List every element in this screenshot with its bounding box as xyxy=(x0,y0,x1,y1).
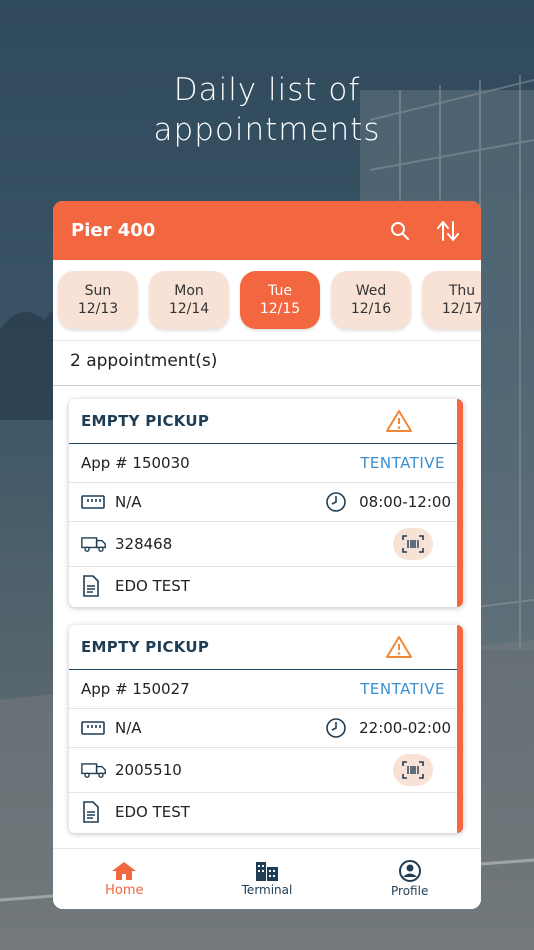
appointment-type: EMPTY PICKUP xyxy=(81,412,210,430)
nav-profile[interactable]: Profile xyxy=(338,849,481,909)
time-window: 08:00-12:00 xyxy=(359,493,451,511)
appointment-count: 2 appointment(s) xyxy=(53,341,481,386)
appointment-card[interactable]: EMPTY PICKUP App # 150030 TENTATIVE N/A … xyxy=(69,399,463,607)
barcode-scan-icon xyxy=(402,761,424,779)
nav-home[interactable]: Home xyxy=(53,849,196,909)
warning-icon[interactable] xyxy=(385,409,413,433)
headline-line-2: appointments xyxy=(153,112,381,148)
clock-icon xyxy=(326,492,346,512)
sort-button[interactable] xyxy=(433,216,463,246)
date-chip-day: Thu xyxy=(448,283,476,299)
date-chip-date: 12/13 xyxy=(77,301,119,317)
card-header: EMPTY PICKUP xyxy=(69,399,463,444)
truck-number: 328468 xyxy=(115,535,173,553)
appointment-list: EMPTY PICKUP App # 150030 TENTATIVE N/A … xyxy=(53,386,481,833)
document-name: EDO TEST xyxy=(115,803,190,821)
card-accent-stripe xyxy=(457,625,463,833)
status-badge: TENTATIVE xyxy=(360,680,445,698)
nav-home-label: Home xyxy=(105,882,144,898)
app-bar: Pier 400 xyxy=(53,201,481,260)
barcode-button[interactable] xyxy=(393,754,433,786)
date-chip-date: 12/14 xyxy=(168,301,210,317)
document-row: EDO TEST xyxy=(69,567,463,605)
appointment-number-row: App # 150030 TENTATIVE xyxy=(69,444,463,483)
sort-icon xyxy=(437,219,459,242)
app-screen: Pier 400 Sun 12/13 Mon 12/14 Tue 12/15 W… xyxy=(53,201,481,909)
home-icon xyxy=(112,861,137,880)
truck-row: 2005510 xyxy=(69,748,463,793)
truck-row: 328468 xyxy=(69,522,463,567)
container-icon xyxy=(81,495,105,509)
date-chip-tue[interactable]: Tue 12/15 xyxy=(240,271,320,329)
container-row: N/A 08:00-12:00 xyxy=(69,483,463,522)
clock-icon xyxy=(326,718,346,738)
document-icon xyxy=(83,575,99,597)
date-chip-mon[interactable]: Mon 12/14 xyxy=(149,271,229,329)
status-badge: TENTATIVE xyxy=(360,454,445,472)
headline-line-1: Daily list of xyxy=(173,72,361,108)
container-number: N/A xyxy=(115,493,142,511)
date-chip-thu[interactable]: Thu 12/17 xyxy=(422,271,481,329)
date-chip-date: 12/16 xyxy=(350,301,392,317)
date-chip-day: Wed xyxy=(355,283,387,299)
time-window: 22:00-02:00 xyxy=(359,719,451,737)
document-row: EDO TEST xyxy=(69,793,463,831)
appointment-number-row: App # 150027 TENTATIVE xyxy=(69,670,463,709)
date-selector: Sun 12/13 Mon 12/14 Tue 12/15 Wed 12/16 … xyxy=(53,260,481,341)
document-icon xyxy=(83,801,99,823)
appointment-type: EMPTY PICKUP xyxy=(81,638,210,656)
truck-icon xyxy=(81,537,106,552)
profile-icon xyxy=(398,860,421,882)
search-icon xyxy=(391,221,409,240)
card-accent-stripe xyxy=(457,399,463,607)
search-button[interactable] xyxy=(385,216,415,246)
nav-profile-label: Profile xyxy=(391,884,429,898)
container-icon xyxy=(81,721,105,735)
barcode-button[interactable] xyxy=(393,528,433,560)
barcode-scan-icon xyxy=(402,535,424,553)
date-chip-wed[interactable]: Wed 12/16 xyxy=(331,271,411,329)
nav-terminal[interactable]: Terminal xyxy=(196,849,339,909)
card-header: EMPTY PICKUP xyxy=(69,625,463,670)
terminal-title: Pier 400 xyxy=(71,220,156,241)
date-chip-date: 12/17 xyxy=(441,301,481,317)
building-icon xyxy=(256,862,278,881)
date-chip-day: Tue xyxy=(268,283,292,299)
date-chip-day: Mon xyxy=(174,283,204,299)
bottom-navigation: Home Terminal Profile xyxy=(53,848,481,909)
appointment-card[interactable]: EMPTY PICKUP App # 150027 TENTATIVE N/A … xyxy=(69,625,463,833)
nav-terminal-label: Terminal xyxy=(241,883,293,897)
date-chip-date: 12/15 xyxy=(259,301,301,317)
truck-icon xyxy=(81,763,106,778)
date-chip-day: Sun xyxy=(84,283,112,299)
container-number: N/A xyxy=(115,719,142,737)
headline: Daily list of appointments xyxy=(0,70,534,150)
document-name: EDO TEST xyxy=(115,577,190,595)
date-chip-sun[interactable]: Sun 12/13 xyxy=(58,271,138,329)
warning-icon[interactable] xyxy=(385,635,413,659)
appointment-number: App # 150027 xyxy=(81,680,190,698)
truck-number: 2005510 xyxy=(115,761,182,779)
appointment-number: App # 150030 xyxy=(81,454,190,472)
container-row: N/A 22:00-02:00 xyxy=(69,709,463,748)
